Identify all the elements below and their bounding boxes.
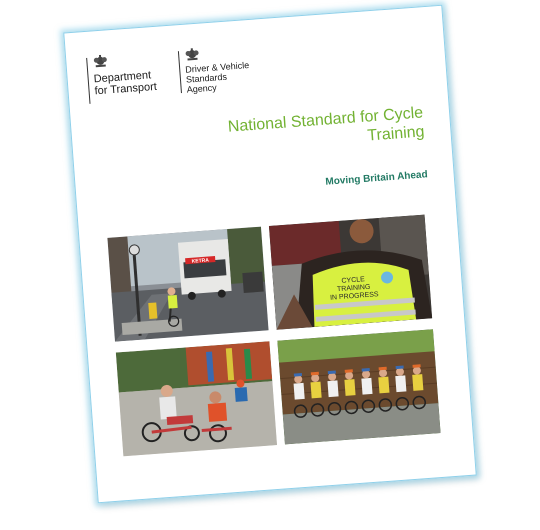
child-helmet [327,370,336,375]
dvsa-logo: Driver & Vehicle Standards Agency [177,46,251,95]
child-helmet [361,368,370,372]
document-title: National Standard for Cycle Training [183,103,425,159]
child-body [293,382,305,400]
royal-crest-icon [93,54,107,68]
street-cyclist-photo: KETRA [107,226,269,342]
child-body [344,379,356,396]
recumbent-bikes-photo [115,341,278,457]
child-helmet [293,372,303,377]
child-helmet [378,366,387,371]
child-helmet [344,369,353,373]
tagline: Moving Britain Ahead [325,169,429,188]
child-helmet [395,365,404,370]
child-body [395,375,407,393]
child-body [327,380,339,398]
dft-logo: Department for Transport [86,53,158,104]
child-helmet [412,364,421,368]
truck-sign-text: KETRA [192,257,210,264]
instructor-vest-photo: CYCLE TRAINING IN PROGRESS [268,214,433,330]
logo-divider [177,51,182,94]
royal-crest-icon [185,48,199,61]
child-body [412,374,424,391]
document-cover: Department for Transport Driver & Vehicl… [63,4,477,504]
logo-divider [86,57,91,104]
child-body [378,376,390,394]
child-body [361,377,373,395]
child-body [310,381,322,399]
children-group-photo [277,329,441,445]
child-helmet [310,371,319,376]
